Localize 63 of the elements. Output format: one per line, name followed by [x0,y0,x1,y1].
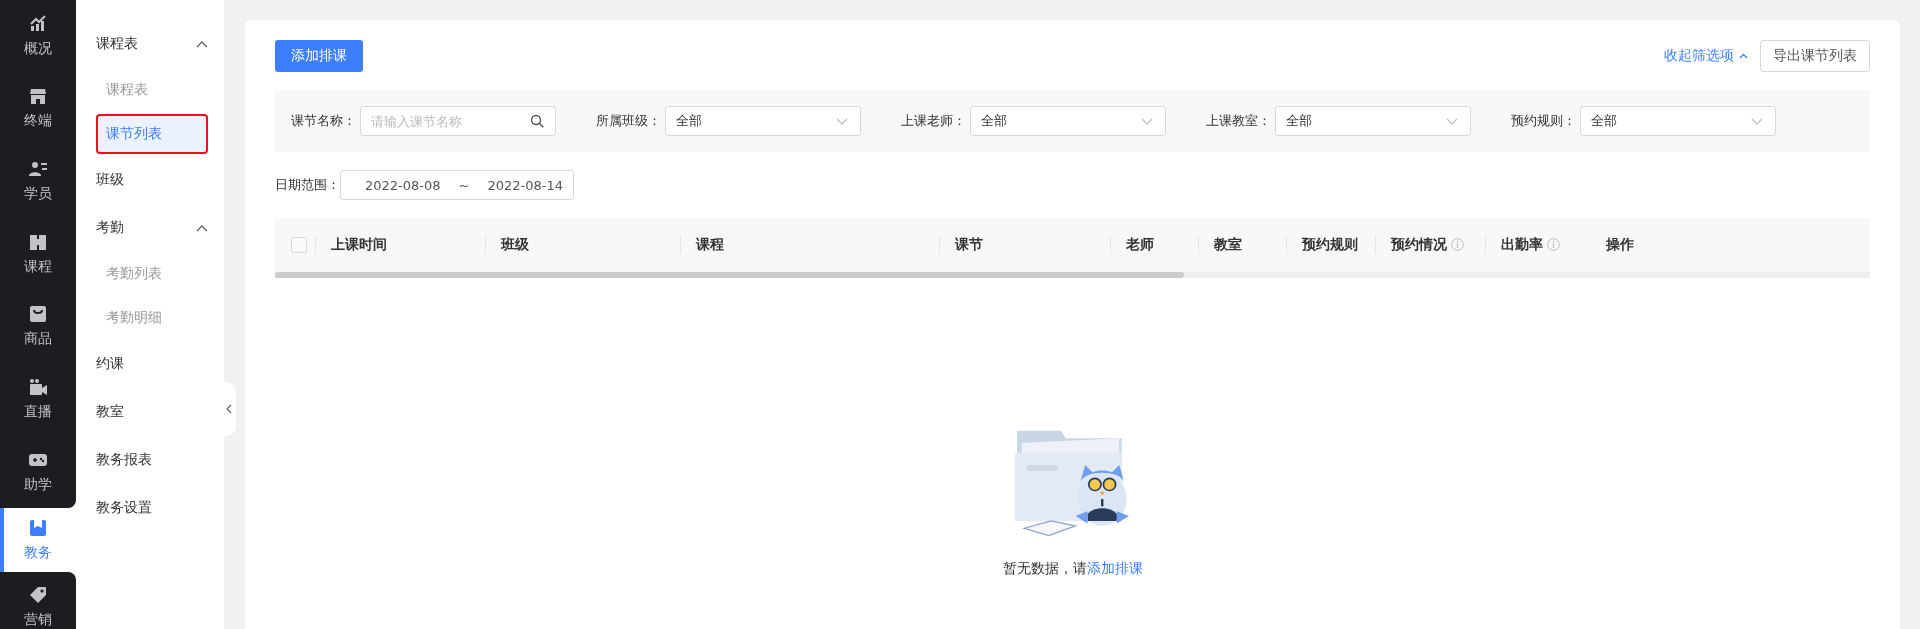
horizontal-scrollbar[interactable] [275,272,1870,278]
column-header: 出勤率 [1501,236,1543,252]
column-header: 老师 [1126,236,1154,252]
chevron-up-icon [196,224,208,232]
rail-nav-item[interactable]: 商品 [0,290,76,364]
filter-label: 上课教室： [1206,112,1271,130]
select-field[interactable]: 全部 [1580,106,1776,136]
info-icon[interactable] [1547,238,1560,251]
date-range-field[interactable]: 2022-08-08 ~ 2022-08-14 [340,170,574,200]
store-icon [29,87,47,106]
submenu-item[interactable]: 教务报表 [96,438,208,482]
bookmark-icon [29,518,47,537]
info-icon[interactable] [1451,238,1464,251]
column-header: 预约情况 [1391,236,1447,252]
bag-icon [29,305,47,324]
collapse-handle[interactable] [222,382,236,436]
filter-label: 所属班级： [596,112,661,130]
submenu-item[interactable]: 约课 [96,342,208,386]
chevron-down-icon [1446,117,1458,125]
filter-label: 预约规则： [1511,112,1576,130]
select-field[interactable]: 全部 [970,106,1166,136]
search-field[interactable]: 请输入课节名称 [360,106,556,136]
select-all-checkbox[interactable] [291,237,307,253]
add-schedule-link[interactable]: 添加排课 [1086,560,1143,576]
filter-label: 日期范围： [275,176,340,194]
search-icon [530,114,544,128]
menu-group-header[interactable]: 课程表 [96,22,208,66]
column-header: 预约规则 [1302,236,1358,252]
rail-nav-item[interactable]: 助学 [0,435,76,509]
chevron-left-icon [226,404,232,414]
submenu-item[interactable]: 教室 [96,390,208,434]
filter-label: 上课老师： [901,112,966,130]
rail-nav-item[interactable]: 直播 [0,363,76,436]
rail-nav-item[interactable]: 营销 [0,572,76,629]
select-field[interactable]: 全部 [1275,106,1471,136]
column-header: 上课时间 [331,236,387,252]
rail-nav-item[interactable]: 终端 [0,72,76,146]
chevron-down-icon [836,117,848,125]
empty-state-message: 暂无数据，请添加排课 [1002,560,1143,578]
people-icon [29,160,47,179]
add-schedule-button[interactable]: 添加排课 [275,40,363,72]
rail-nav-item[interactable]: 课程 [0,217,76,291]
submenu-item[interactable]: 教务设置 [96,486,208,530]
export-button[interactable]: 导出课节列表 [1760,40,1870,72]
filter-label: 课节名称： [291,112,356,130]
rail-nav-item[interactable]: 学员 [0,145,76,218]
chart-icon [29,14,47,33]
chevron-up-icon [1739,53,1748,59]
column-header: 操作 [1606,236,1634,252]
video-camera-icon [29,377,47,396]
tag-icon [29,586,47,605]
column-header: 课节 [955,236,983,252]
select-field[interactable]: 全部 [665,106,861,136]
chevron-up-icon [196,40,208,48]
chevron-down-icon [1751,117,1763,125]
menu-group-header[interactable]: 考勤 [96,206,208,250]
column-header: 班级 [501,236,529,252]
submenu-item[interactable]: 班级 [96,158,208,202]
chevron-down-icon [1141,117,1153,125]
rail-nav-item[interactable]: 概况 [0,0,76,73]
column-header: 教室 [1214,236,1242,252]
column-header: 课程 [696,236,724,252]
collapse-filters-link[interactable]: 收起筛选项 [1664,47,1748,65]
